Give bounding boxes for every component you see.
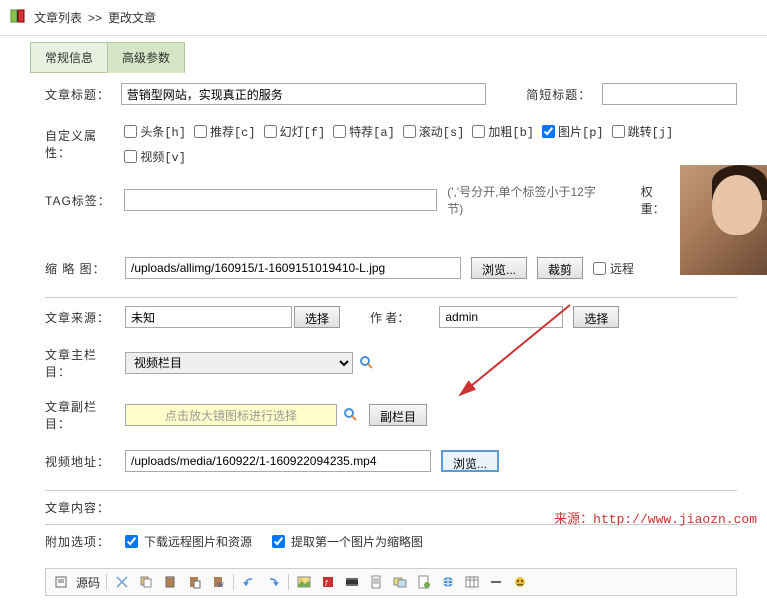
table-icon[interactable] <box>463 573 481 591</box>
select-author-button[interactable]: 选择 <box>573 306 619 328</box>
attr-checkbox-a[interactable] <box>333 125 346 138</box>
thumbnail-preview[interactable] <box>680 165 767 275</box>
attr-checkbox-j[interactable] <box>612 125 625 138</box>
input-thumb[interactable] <box>125 257 461 279</box>
remote-label: 远程 <box>610 260 634 277</box>
browse-thumb-button[interactable]: 浏览... <box>471 257 527 279</box>
browse-video-button[interactable]: 浏览... <box>441 450 499 472</box>
link-icon[interactable] <box>439 573 457 591</box>
source-icon[interactable] <box>52 573 70 591</box>
label-title: 文章标题： <box>45 86 121 103</box>
emoji-icon[interactable] <box>511 573 529 591</box>
attr-a[interactable]: 特荐[a] <box>333 123 395 140</box>
subcol-button[interactable]: 副栏目 <box>369 404 427 426</box>
attr-checkbox-b[interactable] <box>472 125 485 138</box>
label-maincol: 文章主栏目： <box>45 346 125 380</box>
attr-checkbox-s[interactable] <box>403 125 416 138</box>
crop-button[interactable]: 裁剪 <box>537 257 583 279</box>
attr-checkbox-p[interactable] <box>542 125 555 138</box>
media-icon[interactable] <box>343 573 361 591</box>
paste-icon[interactable] <box>161 573 179 591</box>
flash-icon[interactable]: f <box>319 573 337 591</box>
attr-checkbox-h[interactable] <box>124 125 137 138</box>
svg-text:W: W <box>217 582 224 589</box>
input-short-title[interactable] <box>602 83 737 105</box>
input-source[interactable] <box>125 306 292 328</box>
label-content: 文章内容： <box>45 499 125 516</box>
cut-icon[interactable] <box>113 573 131 591</box>
multi-image-icon[interactable] <box>391 573 409 591</box>
image-icon[interactable] <box>295 573 313 591</box>
attr-h[interactable]: 头条[h] <box>124 123 186 140</box>
search-icon[interactable] <box>359 355 375 371</box>
extract-thumb-label: 提取第一个图片为缩略图 <box>291 533 423 550</box>
hr-icon[interactable] <box>487 573 505 591</box>
label-tag: TAG标签： <box>45 192 124 209</box>
attr-b[interactable]: 加粗[b] <box>472 123 534 140</box>
input-title[interactable] <box>121 83 486 105</box>
breadcrumb-edit: 更改文章 <box>108 9 156 26</box>
paste-text-icon[interactable] <box>185 573 203 591</box>
redo-icon[interactable] <box>264 573 282 591</box>
attr-checkbox-f[interactable] <box>264 125 277 138</box>
breadcrumb-list[interactable]: 文章列表 <box>34 9 82 26</box>
paste-word-icon[interactable]: W <box>209 573 227 591</box>
label-short-title: 简短标题： <box>526 86 602 103</box>
tag-note: (','号分开,单个标签小于12字节) <box>447 183 610 217</box>
input-video[interactable] <box>125 450 431 472</box>
label-weight: 权重： <box>641 183 677 217</box>
undo-icon[interactable] <box>240 573 258 591</box>
attr-f[interactable]: 幻灯[f] <box>264 123 326 140</box>
download-remote-checkbox[interactable] <box>125 535 138 548</box>
label-attr: 自定义属性： <box>45 127 124 161</box>
download-remote-label: 下载远程图片和资源 <box>144 533 252 550</box>
attr-c[interactable]: 推荐[c] <box>194 123 256 140</box>
attr-s[interactable]: 滚动[s] <box>403 123 465 140</box>
attr-p[interactable]: 图片[p] <box>542 123 604 140</box>
select-maincol[interactable]: 视频栏目 <box>125 352 353 374</box>
input-author[interactable] <box>439 306 563 328</box>
label-thumb: 缩 略 图： <box>45 260 125 277</box>
source-label[interactable]: 源码 <box>76 574 100 591</box>
attachment-icon[interactable] <box>367 573 385 591</box>
extract-thumb-checkbox[interactable] <box>272 535 285 548</box>
search-icon[interactable] <box>343 407 359 423</box>
watermark: 来源：http://www.jiaozn.com <box>554 508 757 527</box>
label-video: 视频地址： <box>45 453 125 470</box>
select-source-button[interactable]: 选择 <box>294 306 340 328</box>
label-source: 文章来源： <box>45 309 125 326</box>
attr-checkbox-v[interactable] <box>124 150 137 163</box>
breadcrumb-sep: >> <box>88 11 102 25</box>
tab-advanced[interactable]: 高级参数 <box>107 42 185 73</box>
copy-icon[interactable] <box>137 573 155 591</box>
label-subcol: 文章副栏目： <box>45 398 125 432</box>
attr-checkbox-c[interactable] <box>194 125 207 138</box>
input-tag[interactable] <box>124 189 437 211</box>
editor-toolbar: 源码 W f <box>45 568 737 596</box>
breadcrumb: 文章列表 >> 更改文章 <box>34 9 156 26</box>
page-icon[interactable] <box>415 573 433 591</box>
tab-basic[interactable]: 常规信息 <box>30 42 108 73</box>
attr-v[interactable]: 视频[v] <box>124 148 186 165</box>
label-author: 作 者： <box>370 309 409 326</box>
attr-j[interactable]: 跳转[j] <box>612 123 674 140</box>
book-icon <box>10 8 34 27</box>
input-subcol[interactable] <box>125 404 337 426</box>
remote-checkbox[interactable] <box>593 262 606 275</box>
label-options: 附加选项： <box>45 533 125 550</box>
